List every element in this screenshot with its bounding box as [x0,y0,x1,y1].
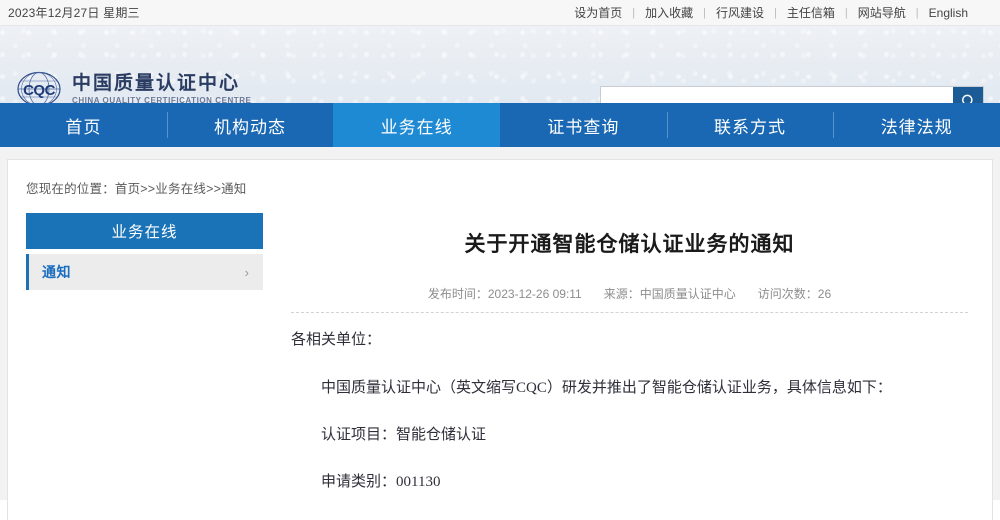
view-count: 访问次数：26 [758,285,831,302]
logo-text-block: 中国质量认证中心 CHINA QUALITY CERTIFICATION CEN… [72,74,251,104]
page-title: 关于开通智能仓储认证业务的通知 [291,231,968,258]
sidebar-item-notice[interactable]: 通知 › [26,254,263,290]
article-paragraph: 中国质量认证中心（英文缩写CQC）研发并推出了智能仓储认证业务，具体信息如下： [291,375,968,401]
publish-time: 发布时间：2023-12-26 09:11 [428,285,582,302]
content-columns: 业务在线 通知 › 关于开通智能仓储认证业务的通知 发布时间：2023-12-2… [8,197,992,516]
article-paragraph: 各相关单位： [291,327,968,353]
breadcrumb: 您现在的位置：首页>>业务在线>>通知 [8,160,992,197]
site-masthead: CQC 中国质量认证中心 CHINA QUALITY CERTIFICATION… [0,26,1000,103]
nav-item-organization-news[interactable]: 机构动态 [167,103,334,147]
cqc-globe-logo-icon: CQC [16,70,62,103]
article-body: 各相关单位： 中国质量认证中心（英文缩写CQC）研发并推出了智能仓储认证业务，具… [291,327,968,495]
logo-title-cn: 中国质量认证中心 [72,74,251,93]
search-icon [960,93,977,104]
search-input[interactable] [601,87,953,103]
top-link-english[interactable]: English [919,6,978,20]
sidebar: 业务在线 通知 › [26,213,263,290]
site-logo[interactable]: CQC 中国质量认证中心 CHINA QUALITY CERTIFICATION… [16,70,251,103]
top-link-set-homepage[interactable]: 设为首页 [564,4,632,21]
nav-item-contact[interactable]: 联系方式 [667,103,834,147]
nav-item-home[interactable]: 首页 [0,103,167,147]
top-link-director-mailbox[interactable]: 主任信箱 [777,4,845,21]
search-box[interactable] [600,86,984,103]
article-paragraph: 申请类别：001130 [291,469,968,495]
page-root: 2023年12月27日 星期三 设为首页 | 加入收藏 | 行风建设 | 主任信… [0,0,1000,500]
current-date: 2023年12月27日 星期三 [8,4,140,21]
top-links: 设为首页 | 加入收藏 | 行风建设 | 主任信箱 | 网站导航 | Engli… [564,4,978,21]
content-panel: 您现在的位置：首页>>业务在线>>通知 业务在线 通知 › 关于开通智能仓储认证… [8,160,992,520]
article-paragraph: 认证项目：智能仓储认证 [291,422,968,448]
chevron-right-icon: › [245,266,249,279]
article-source: 来源：中国质量认证中心 [604,285,736,302]
top-utility-bar: 2023年12月27日 星期三 设为首页 | 加入收藏 | 行风建设 | 主任信… [0,0,1000,26]
sidebar-item-label: 通知 [42,262,245,282]
nav-item-laws-regulations[interactable]: 法律法规 [833,103,1000,147]
top-link-site-map[interactable]: 网站导航 [848,4,916,21]
logo-title-en: CHINA QUALITY CERTIFICATION CENTRE [72,97,251,104]
nav-item-certificate-query[interactable]: 证书查询 [500,103,667,147]
top-link-add-favorite[interactable]: 加入收藏 [635,4,703,21]
meta-divider [291,312,968,313]
search-button[interactable] [953,87,983,103]
main-navigation: 首页 机构动态 业务在线 证书查询 联系方式 法律法规 [0,103,1000,147]
article-meta: 发布时间：2023-12-26 09:11 来源：中国质量认证中心 访问次数：2… [291,285,968,302]
nav-item-business-online[interactable]: 业务在线 [333,103,500,147]
svg-text:CQC: CQC [23,82,56,99]
top-link-industry-conduct[interactable]: 行风建设 [706,4,774,21]
sidebar-title: 业务在线 [26,213,263,249]
article: 关于开通智能仓储认证业务的通知 发布时间：2023-12-26 09:11 来源… [263,213,992,516]
